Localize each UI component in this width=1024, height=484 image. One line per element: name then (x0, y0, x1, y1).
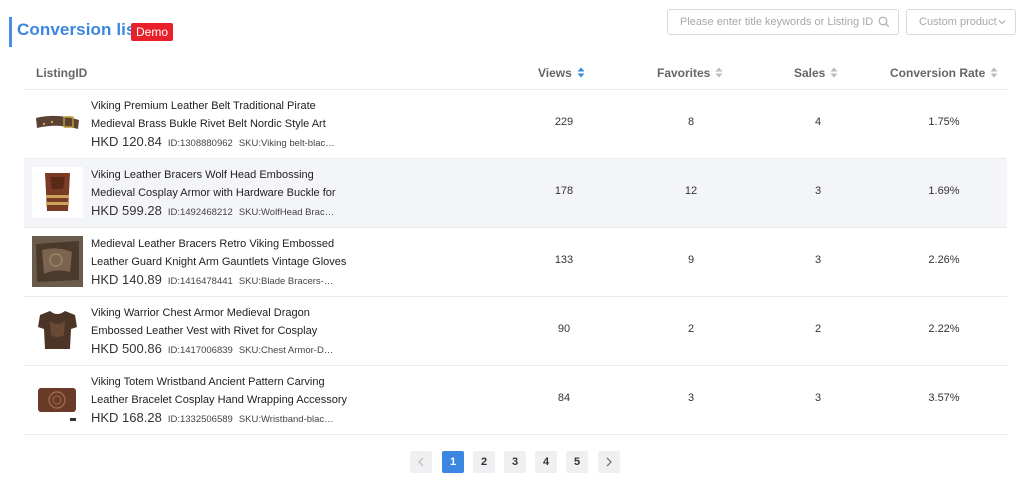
product-sku: SKU:WolfHead Brac… (238, 207, 335, 218)
search-icon[interactable] (878, 16, 890, 28)
product-id: ID:1417006839 (167, 345, 233, 356)
product-meta: HKD 168.28 ID:1332506589 SKU:Wristband-bla… (91, 410, 340, 425)
page-title: Conversion list (17, 20, 142, 39)
favorites-value: 12 (684, 185, 698, 197)
sort-icon[interactable] (990, 67, 998, 78)
product-id: ID:1308880962 (167, 138, 233, 149)
product-price: HKD 168.28 (91, 410, 162, 425)
page-button-2[interactable]: 2 (473, 451, 495, 473)
product-thumbnail[interactable] (32, 98, 83, 149)
product-id: ID:1492468212 (167, 207, 233, 218)
views-value: 229 (554, 116, 574, 128)
column-sales[interactable]: Sales (794, 66, 838, 80)
demo-badge: Demo (131, 23, 174, 41)
product-id: ID:1332506589 (167, 414, 233, 425)
product-sku: SKU:Wristband-blac… (238, 414, 334, 425)
column-conversion-rate[interactable]: Conversion Rate (890, 66, 998, 80)
column-favorites-label: Favorites (657, 66, 711, 80)
conversion-value: 1.75% (928, 116, 960, 128)
table-row[interactable]: Viking Leather Bracers Wolf Head Embossi… (24, 159, 1007, 228)
chevron-right-icon (606, 457, 612, 467)
page-header: Conversion list Demo Custom product (0, 0, 1024, 60)
conversion-value: 2.22% (928, 323, 960, 335)
column-views[interactable]: Views (538, 66, 585, 80)
product-sku: SKU:Blade Bracers-… (238, 276, 334, 287)
product-meta: HKD 120.84 ID:1308880962 SKU:Viking belt-b… (91, 134, 341, 149)
product-thumbnail[interactable] (32, 374, 83, 425)
product-sku: SKU:Viking belt-blac… (238, 138, 335, 149)
sales-value: 4 (814, 116, 822, 128)
table-row[interactable]: Medieval Leather Bracers Retro Viking Em… (24, 228, 1007, 297)
sort-icon[interactable] (577, 67, 585, 78)
column-favorites[interactable]: Favorites (657, 66, 723, 80)
views-value: 133 (554, 254, 574, 266)
views-value: 178 (554, 185, 574, 197)
table-row[interactable]: Viking Totem Wristband Ancient Pattern C… (24, 366, 1007, 435)
favorites-value: 3 (687, 392, 695, 404)
product-price: HKD 500.86 (91, 341, 162, 356)
search-box[interactable] (667, 9, 899, 35)
product-filter-value: Custom product (919, 16, 997, 28)
conversion-table: ListingID Views Favorites Sales Conversi… (24, 56, 1007, 435)
product-thumbnail[interactable] (32, 236, 83, 287)
page-button-4[interactable]: 4 (535, 451, 557, 473)
favorites-value: 2 (687, 323, 695, 335)
column-conversion-label: Conversion Rate (890, 66, 986, 80)
search-input[interactable] (668, 10, 873, 34)
views-value: 84 (557, 392, 571, 404)
product-sku: SKU:Chest Armor-D… (238, 345, 334, 356)
conversion-value: 2.26% (928, 254, 960, 266)
next-page-button[interactable] (598, 451, 620, 473)
column-views-label: Views (538, 66, 572, 80)
prev-page-button[interactable] (410, 451, 432, 473)
product-title[interactable]: Viking Premium Leather Belt Traditional … (91, 98, 351, 133)
chevron-down-icon (998, 20, 1006, 25)
sales-value: 2 (814, 323, 822, 335)
product-title[interactable]: Medieval Leather Bracers Retro Viking Em… (91, 236, 351, 271)
title-accent-bar (9, 17, 12, 47)
product-meta: HKD 599.28 ID:1492468212 SKU:WolfHead Brac… (91, 203, 340, 218)
table-row[interactable]: Viking Premium Leather Belt Traditional … (24, 90, 1007, 159)
sort-icon[interactable] (715, 67, 723, 78)
product-title[interactable]: Viking Totem Wristband Ancient Pattern C… (91, 374, 351, 409)
sort-icon[interactable] (830, 67, 838, 78)
product-title[interactable]: Viking Leather Bracers Wolf Head Embossi… (91, 167, 351, 202)
product-price: HKD 120.84 (91, 134, 162, 149)
table-row[interactable]: Viking Warrior Chest Armor Medieval Drag… (24, 297, 1007, 366)
chevron-left-icon (418, 457, 424, 467)
conversion-value: 3.57% (928, 392, 960, 404)
page-button-3[interactable]: 3 (504, 451, 526, 473)
conversion-value: 1.69% (928, 185, 960, 197)
table-header: ListingID Views Favorites Sales Conversi… (24, 56, 1007, 90)
favorites-value: 9 (687, 254, 695, 266)
page-button-5[interactable]: 5 (566, 451, 588, 473)
column-listing-id: ListingID (36, 66, 88, 80)
column-sales-label: Sales (794, 66, 826, 80)
page-button-1[interactable]: 1 (442, 451, 464, 473)
product-price: HKD 599.28 (91, 203, 162, 218)
product-filter-select[interactable]: Custom product (906, 9, 1016, 35)
product-meta: HKD 140.89 ID:1416478441 SKU:Blade Bracers… (91, 272, 339, 287)
favorites-value: 8 (687, 116, 695, 128)
sales-value: 3 (814, 254, 822, 266)
product-price: HKD 140.89 (91, 272, 162, 287)
product-thumbnail[interactable] (32, 305, 83, 356)
product-thumbnail[interactable] (32, 167, 83, 218)
product-meta: HKD 500.86 ID:1417006839 SKU:Chest Armor-D… (91, 341, 339, 356)
product-id: ID:1416478441 (167, 276, 233, 287)
sales-value: 3 (814, 392, 822, 404)
views-value: 90 (557, 323, 571, 335)
product-title[interactable]: Viking Warrior Chest Armor Medieval Drag… (91, 305, 351, 340)
sales-value: 3 (814, 185, 822, 197)
